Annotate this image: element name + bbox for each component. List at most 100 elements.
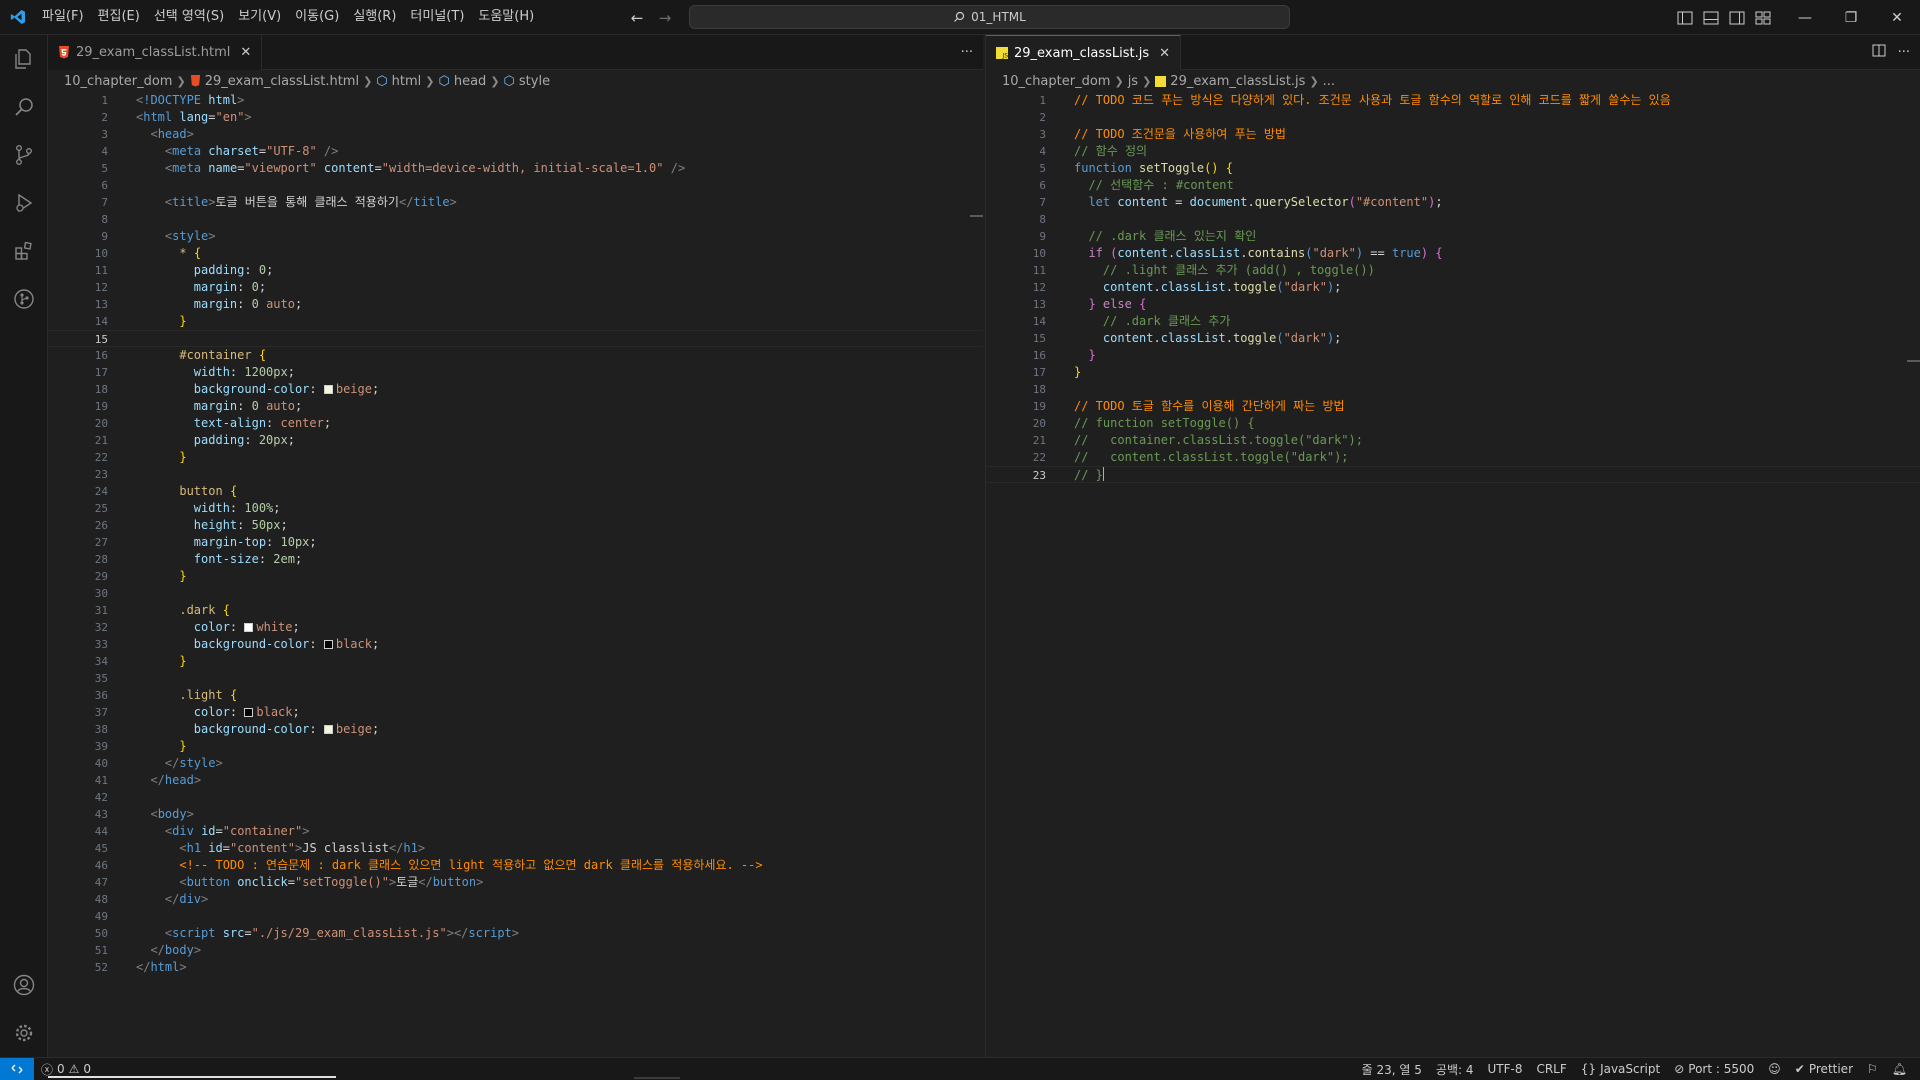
- code-line[interactable]: 48 </div>: [48, 891, 983, 908]
- feedback-icon[interactable]: ⚐: [1860, 1062, 1885, 1076]
- code-line[interactable]: 36 .light {: [48, 687, 983, 704]
- code-line[interactable]: 16 #container {: [48, 347, 983, 364]
- code-line[interactable]: 40 </style>: [48, 755, 983, 772]
- code-line[interactable]: 37 color: black;: [48, 704, 983, 721]
- code-line[interactable]: 22 // content.classList.toggle("dark");: [986, 449, 1920, 466]
- more-actions-icon[interactable]: ···: [961, 45, 973, 60]
- code-line[interactable]: 15: [48, 330, 983, 347]
- code-editor-html[interactable]: 1 <!DOCTYPE html> 2 <html lang="en"> 3 <head…: [48, 92, 983, 976]
- code-line[interactable]: 3 <head>: [48, 126, 983, 143]
- code-line[interactable]: 8: [48, 211, 983, 228]
- indentation[interactable]: 공백: 4: [1429, 1061, 1481, 1078]
- code-line[interactable]: 47 <button onclick="setToggle()">토글</but…: [48, 874, 983, 891]
- code-line[interactable]: 27 margin-top: 10px;: [48, 534, 983, 551]
- breadcrumb-folder[interactable]: 10_chapter_dom: [1002, 74, 1110, 89]
- code-line[interactable]: 50 <script src="./js/29_exam_classList.j…: [48, 925, 983, 942]
- tab-html-file[interactable]: 29_exam_classList.html ✕: [48, 35, 263, 70]
- breadcrumb-folder[interactable]: 10_chapter_dom: [64, 74, 172, 89]
- code-line[interactable]: 42: [48, 789, 983, 806]
- code-line[interactable]: 9 <style>: [48, 228, 983, 245]
- code-line[interactable]: 20 // function setToggle() {: [986, 415, 1920, 432]
- copilot-icon[interactable]: ☺: [1761, 1062, 1788, 1076]
- color-swatch[interactable]: [244, 708, 254, 717]
- remote-indicator-icon[interactable]: [0, 1058, 34, 1080]
- account-icon[interactable]: [0, 961, 48, 1009]
- git-graph-icon[interactable]: [0, 275, 48, 323]
- code-line[interactable]: 19 margin: 0 auto;: [48, 398, 983, 415]
- forward-arrow-icon[interactable]: →: [656, 9, 674, 27]
- code-line[interactable]: 6 // 선택함수 : #content: [986, 177, 1920, 194]
- code-line[interactable]: 9 // .dark 클래스 있는지 확인: [986, 228, 1920, 245]
- end-of-line[interactable]: CRLF: [1529, 1062, 1573, 1076]
- code-line[interactable]: 10 if (content.classList.contains("dark"…: [986, 245, 1920, 262]
- breadcrumb-file[interactable]: 29_exam_classList.html: [205, 74, 359, 89]
- code-line[interactable]: 35: [48, 670, 983, 687]
- prettier-status[interactable]: ✔ Prettier: [1788, 1062, 1860, 1076]
- code-line[interactable]: 18: [986, 381, 1920, 398]
- code-line[interactable]: 21 padding: 20px;: [48, 432, 983, 449]
- code-line[interactable]: 49: [48, 908, 983, 925]
- code-line[interactable]: 22 }: [48, 449, 983, 466]
- menu-file[interactable]: 파일(F): [35, 5, 91, 29]
- breadcrumb-subfolder[interactable]: js: [1128, 74, 1138, 89]
- code-line[interactable]: 23 // }: [986, 466, 1920, 483]
- code-line[interactable]: 43 <body>: [48, 806, 983, 823]
- code-line[interactable]: 34 }: [48, 653, 983, 670]
- close-icon[interactable]: ✕: [240, 45, 251, 60]
- code-line[interactable]: 5 <meta name="viewport" content="width=d…: [48, 160, 983, 177]
- code-line[interactable]: 5 function setToggle() {: [986, 160, 1920, 177]
- code-line[interactable]: 45 <h1 id="content">JS classlist</h1>: [48, 840, 983, 857]
- color-swatch[interactable]: [323, 640, 333, 649]
- menu-run[interactable]: 실행(R): [346, 5, 403, 29]
- breadcrumb-more[interactable]: ...: [1323, 74, 1335, 89]
- minimize-icon[interactable]: —: [1782, 0, 1828, 35]
- extensions-icon[interactable]: [0, 227, 48, 275]
- code-line[interactable]: 19 // TODO 토글 함수를 이용해 간단하게 짜는 방법: [986, 398, 1920, 415]
- code-line[interactable]: 17}: [986, 364, 1920, 381]
- notifications-bell-icon[interactable]: 🔔︎: [1885, 1062, 1914, 1076]
- customize-layout-icon[interactable]: [1754, 9, 1772, 27]
- code-line[interactable]: 14 // .dark 클래스 추가: [986, 313, 1920, 330]
- code-line[interactable]: 14 }: [48, 313, 983, 330]
- breadcrumb-style[interactable]: style: [519, 74, 550, 89]
- close-window-icon[interactable]: ✕: [1874, 0, 1920, 35]
- toggle-primary-sidebar-icon[interactable]: [1676, 9, 1694, 27]
- code-line[interactable]: 13 margin: 0 auto;: [48, 296, 983, 313]
- menu-edit[interactable]: 편집(E): [91, 5, 147, 29]
- menu-go[interactable]: 이동(G): [288, 5, 346, 29]
- code-line[interactable]: 10 * {: [48, 245, 983, 262]
- code-line[interactable]: 18 background-color: beige;: [48, 381, 983, 398]
- code-line[interactable]: 2: [986, 109, 1920, 126]
- breadcrumb-head[interactable]: head: [454, 74, 486, 89]
- code-editor-js[interactable]: 1 // TODO 코드 푸는 방식은 다양하게 있다. 조건문 사용과 토글 함…: [986, 92, 1920, 483]
- code-line[interactable]: 21 // container.classList.toggle("dark");: [986, 432, 1920, 449]
- split-editor-icon[interactable]: [1872, 44, 1886, 61]
- code-line[interactable]: 7 <title>토글 버튼을 통해 클래스 적용하기</title>: [48, 194, 983, 211]
- code-line[interactable]: 17 width: 1200px;: [48, 364, 983, 381]
- code-line[interactable]: 26 height: 50px;: [48, 517, 983, 534]
- code-line[interactable]: 29 }: [48, 568, 983, 585]
- color-swatch[interactable]: [323, 385, 333, 394]
- more-actions-icon[interactable]: ···: [1898, 45, 1910, 60]
- toggle-secondary-sidebar-icon[interactable]: [1728, 9, 1746, 27]
- tab-js-file[interactable]: JS 29_exam_classList.js ✕: [986, 35, 1182, 70]
- language-mode[interactable]: {} JavaScript: [1574, 1062, 1667, 1076]
- explorer-icon[interactable]: [0, 35, 48, 83]
- code-line[interactable]: 16 }: [986, 347, 1920, 364]
- close-icon[interactable]: ✕: [1159, 46, 1170, 61]
- code-line[interactable]: 13 } else {: [986, 296, 1920, 313]
- code-line[interactable]: 25 width: 100%;: [48, 500, 983, 517]
- code-line[interactable]: 23: [48, 466, 983, 483]
- run-debug-icon[interactable]: [0, 179, 48, 227]
- toggle-panel-icon[interactable]: [1702, 9, 1720, 27]
- code-line[interactable]: 12 content.classList.toggle("dark");: [986, 279, 1920, 296]
- code-line[interactable]: 28 font-size: 2em;: [48, 551, 983, 568]
- search-icon[interactable]: [0, 83, 48, 131]
- back-arrow-icon[interactable]: ←: [628, 9, 646, 27]
- menu-view[interactable]: 보기(V): [231, 5, 288, 29]
- code-line[interactable]: 1 // TODO 코드 푸는 방식은 다양하게 있다. 조건문 사용과 토글 함…: [986, 92, 1920, 109]
- code-line[interactable]: 4 // 함수 정의: [986, 143, 1920, 160]
- settings-gear-icon[interactable]: [0, 1009, 48, 1057]
- cursor-position[interactable]: 줄 23, 열 5: [1355, 1061, 1429, 1078]
- restore-icon[interactable]: ❐: [1828, 0, 1874, 35]
